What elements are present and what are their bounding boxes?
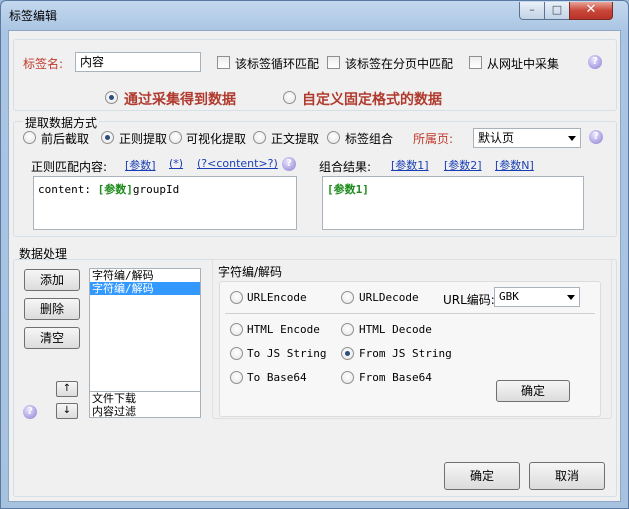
- move-down-button[interactable]: ↓: [56, 403, 78, 419]
- extract-option-radio[interactable]: [253, 131, 266, 144]
- from-url-checkbox[interactable]: [469, 56, 482, 69]
- regex-prefix: content:: [38, 183, 98, 196]
- extract-option-radio[interactable]: [101, 131, 114, 144]
- loop-match-checkbox[interactable]: [217, 56, 230, 69]
- urlencode-radio[interactable]: [230, 291, 243, 304]
- maximize-button[interactable]: □: [544, 2, 570, 20]
- cancel-button[interactable]: 取消: [529, 462, 605, 490]
- chevron-down-icon: [568, 136, 576, 141]
- urldecode-radio[interactable]: [341, 291, 354, 304]
- result-param2-link[interactable]: [参数2]: [444, 157, 482, 173]
- extract-group-title: 提取数据方式: [23, 114, 100, 131]
- from-base64-radio[interactable]: [341, 371, 354, 384]
- title-bar[interactable]: 标签编辑 – □ ✕: [1, 1, 628, 29]
- help-icon[interactable]: ?: [589, 130, 603, 144]
- urldecode-label: URLDecode: [359, 291, 419, 304]
- processing-list[interactable]: 字符编/解码 字符编/解码 文件下载 内容过滤: [89, 268, 201, 418]
- html-encode-label: HTML Encode: [247, 323, 320, 336]
- list-item[interactable]: 字符编/解码: [90, 269, 200, 282]
- extract-option-radio[interactable]: [327, 131, 340, 144]
- list-item[interactable]: 内容过滤: [90, 405, 200, 418]
- extract-option-label: 前后截取: [41, 132, 90, 146]
- encode-title: 字符编/解码: [218, 265, 283, 279]
- tag-name-input[interactable]: 内容: [75, 52, 201, 72]
- regex-suffix: groupId: [132, 183, 180, 196]
- extract-option-radio[interactable]: [23, 131, 36, 144]
- dialog-client: 标签名: 内容 该标签循环匹配 该标签在分页中匹配 从网址中采集 ? 通过采集得…: [8, 30, 621, 502]
- page-select-value: 默认页: [478, 131, 515, 145]
- result-value: [参数1]: [327, 183, 369, 196]
- help-icon[interactable]: ?: [588, 55, 602, 69]
- html-decode-label: HTML Decode: [359, 323, 432, 336]
- clear-button[interactable]: 清空: [24, 327, 80, 349]
- minimize-button[interactable]: –: [519, 2, 545, 20]
- result-textarea[interactable]: [参数1]: [322, 176, 584, 230]
- paging-match-label: 该标签在分页中匹配: [345, 57, 454, 71]
- regex-label: 正则匹配内容:: [31, 160, 108, 174]
- from-js-radio[interactable]: [341, 347, 354, 360]
- content-group-link[interactable]: (?<content>?): [197, 157, 278, 170]
- html-encode-radio[interactable]: [230, 323, 243, 336]
- to-js-label: To JS String: [247, 347, 327, 360]
- from-js-label: From JS String: [359, 347, 452, 360]
- regex-param: [参数]: [97, 183, 133, 196]
- collect-mode-radio[interactable]: [105, 91, 118, 104]
- list-item[interactable]: 文件下载: [90, 392, 200, 405]
- urlencode-label: URLEncode: [247, 291, 307, 304]
- result-label: 组合结果:: [319, 160, 372, 174]
- page-label: 所属页:: [413, 132, 454, 146]
- window-title: 标签编辑: [9, 9, 58, 23]
- tag-name-label: 标签名:: [23, 57, 64, 71]
- url-charset-value: GBK: [499, 290, 519, 303]
- extract-option-label: 正文提取: [271, 132, 320, 146]
- loop-match-label: 该标签循环匹配: [235, 57, 320, 71]
- list-item-selected[interactable]: 字符编/解码: [90, 282, 200, 295]
- to-base64-label: To Base64: [247, 371, 307, 384]
- help-icon[interactable]: ?: [282, 157, 296, 171]
- custom-mode-label: 自定义固定格式的数据: [302, 92, 442, 108]
- param-link[interactable]: [参数]: [125, 157, 156, 173]
- extract-option-label: 标签组合: [345, 132, 394, 146]
- encode-confirm-button[interactable]: 确定: [496, 380, 570, 402]
- extract-option-label: 正则提取: [119, 132, 168, 146]
- encode-separator: [225, 313, 595, 314]
- star-link[interactable]: (*): [169, 157, 183, 170]
- result-paramn-link[interactable]: [参数N]: [495, 157, 534, 173]
- ok-button[interactable]: 确定: [444, 462, 520, 490]
- collect-mode-label: 通过采集得到数据: [124, 92, 236, 108]
- html-decode-radio[interactable]: [341, 323, 354, 336]
- tag-edit-window: 标签编辑 – □ ✕ 标签名: 内容 该标签循环匹配 该标签在分页中匹配 从网址…: [0, 0, 629, 509]
- help-icon[interactable]: ?: [23, 405, 37, 419]
- page-select[interactable]: 默认页: [473, 128, 581, 148]
- delete-button[interactable]: 删除: [24, 298, 80, 320]
- custom-mode-radio[interactable]: [283, 91, 296, 104]
- regex-textarea[interactable]: content: [参数]groupId: [33, 176, 297, 230]
- add-button[interactable]: 添加: [24, 269, 80, 291]
- paging-match-checkbox[interactable]: [327, 56, 340, 69]
- close-button[interactable]: ✕: [569, 2, 613, 20]
- from-base64-label: From Base64: [359, 371, 432, 384]
- move-up-button[interactable]: ↑: [56, 381, 78, 397]
- extract-option-label: 可视化提取: [186, 132, 247, 146]
- url-charset-label: URL编码:: [443, 293, 495, 307]
- from-url-label: 从网址中采集: [487, 57, 560, 71]
- extract-option-radio[interactable]: [169, 131, 182, 144]
- result-param1-link[interactable]: [参数1]: [391, 157, 429, 173]
- url-charset-select[interactable]: GBK: [494, 287, 580, 307]
- chevron-down-icon: [567, 295, 575, 300]
- to-js-radio[interactable]: [230, 347, 243, 360]
- to-base64-radio[interactable]: [230, 371, 243, 384]
